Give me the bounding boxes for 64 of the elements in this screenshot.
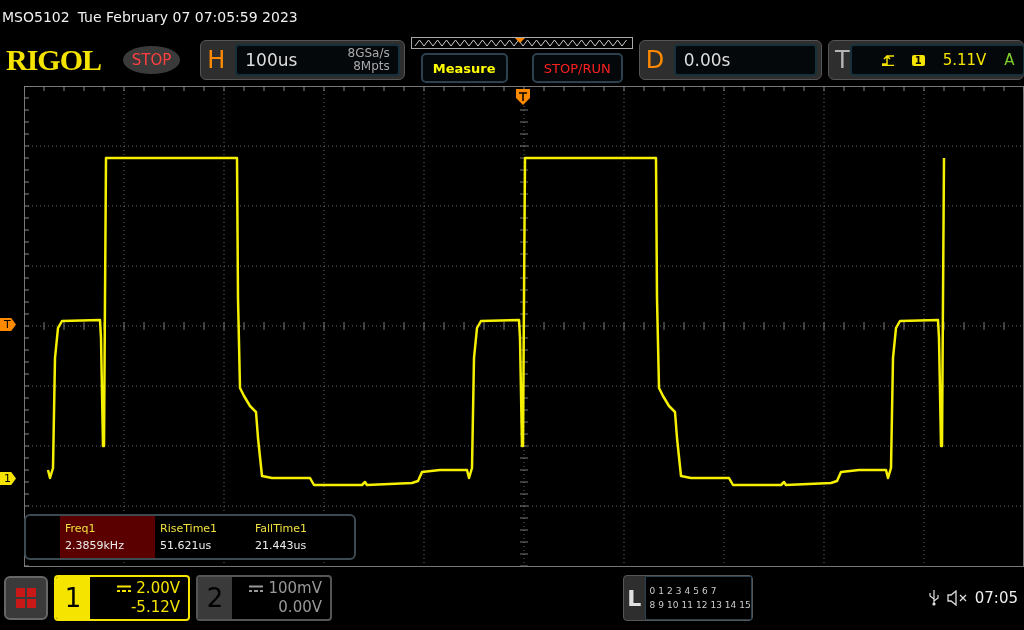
channel-number: 2 bbox=[198, 577, 232, 619]
trigger-level-marker[interactable]: T bbox=[0, 318, 16, 331]
channel-offset: 0.00V bbox=[278, 598, 322, 617]
sample-rate: 8GSa/s bbox=[347, 47, 390, 60]
logic-channel-number: 10 bbox=[667, 600, 679, 610]
logic-channel-number: 15 bbox=[739, 600, 751, 610]
stop-run-button[interactable]: STOP/RUN bbox=[531, 53, 623, 83]
dc-coupling-icon bbox=[249, 584, 264, 593]
measurement-item[interactable]: FallTime1 21.443us bbox=[250, 516, 345, 558]
trigger-level: 5.11V bbox=[942, 51, 987, 69]
trigger-label: T bbox=[835, 46, 850, 74]
speaker-muted-icon[interactable] bbox=[946, 590, 967, 606]
logic-label: L bbox=[626, 585, 643, 611]
channel-panel[interactable]: 1 2.00V -5.12V bbox=[54, 575, 190, 621]
logic-channel-number: 3 bbox=[675, 586, 682, 596]
brand-logo: RIGOL bbox=[6, 43, 103, 77]
logic-channel-number: 13 bbox=[710, 600, 722, 610]
channel-offset: -5.12V bbox=[130, 598, 180, 617]
measurement-value: 21.443us bbox=[255, 539, 308, 552]
trigger-panel[interactable]: T 1 5.11V A bbox=[828, 40, 1024, 80]
channel-number: 1 bbox=[56, 577, 90, 619]
logic-channel-number: 4 bbox=[684, 586, 691, 596]
logic-channel-number: 0 bbox=[649, 586, 656, 596]
logic-channel-number: 14 bbox=[724, 600, 737, 610]
channel-scale: 100mV bbox=[268, 579, 322, 598]
measurement-item[interactable]: RiseTime1 51.621us bbox=[155, 516, 250, 558]
trigger-source-badge: 1 bbox=[911, 54, 925, 66]
measurement-value: 51.621us bbox=[160, 539, 213, 552]
trigger-position-icon[interactable] bbox=[516, 89, 530, 105]
rising-edge-icon bbox=[881, 54, 894, 66]
logic-channel-number: 11 bbox=[681, 600, 693, 610]
dc-coupling-icon bbox=[117, 584, 132, 593]
channel-scale: 2.00V bbox=[136, 579, 180, 598]
memory-depth: 8Mpts bbox=[353, 60, 390, 73]
logic-channel-number: 7 bbox=[710, 586, 717, 596]
clock-time: 07:05 bbox=[974, 589, 1018, 607]
horizontal-panel[interactable]: H 100us 8GSa/s 8Mpts bbox=[200, 40, 405, 80]
horizontal-label: H bbox=[207, 46, 227, 74]
delay-label: D bbox=[645, 46, 666, 74]
measurement-name: RiseTime1 bbox=[160, 522, 219, 535]
measurement-value: 2.3859kHz bbox=[65, 539, 125, 552]
logic-channel-number: 2 bbox=[667, 586, 673, 596]
measure-button[interactable]: Measure bbox=[420, 53, 508, 83]
delay-panel[interactable]: D 0.00s bbox=[638, 40, 822, 80]
timebase-value: 100us bbox=[245, 50, 298, 70]
measurement-name: FallTime1 bbox=[255, 522, 309, 535]
logic-channel-number: 5 bbox=[693, 586, 699, 596]
delay-value: 0.00s bbox=[683, 50, 731, 70]
channel-panel[interactable]: 2 100mV 0.00V bbox=[196, 575, 332, 621]
logic-channel-number: 8 bbox=[649, 600, 656, 610]
logic-channel-number: 6 bbox=[702, 586, 708, 596]
date-time: Tue February 07 07:05:59 2023 bbox=[77, 9, 298, 25]
channel-offset-marker[interactable]: 1 bbox=[0, 472, 16, 485]
logic-channel-number: 1 bbox=[658, 586, 665, 596]
usb-icon bbox=[928, 590, 939, 606]
model-name: MSO5102 bbox=[2, 9, 70, 25]
trigger-mode: A bbox=[1004, 51, 1015, 69]
run-state-badge: STOP bbox=[122, 46, 181, 74]
logic-channel-number: 9 bbox=[658, 600, 665, 610]
grid-menu-icon bbox=[15, 587, 37, 609]
logic-panel[interactable]: L 0 1 2 3 4 5 6 7 8 9 10 11 12 13 14 15 bbox=[622, 575, 753, 621]
logic-channel-number: 12 bbox=[695, 600, 708, 610]
measurement-name: Freq1 bbox=[65, 522, 97, 535]
measurement-item[interactable]: Freq1 2.3859kHz bbox=[60, 516, 155, 558]
